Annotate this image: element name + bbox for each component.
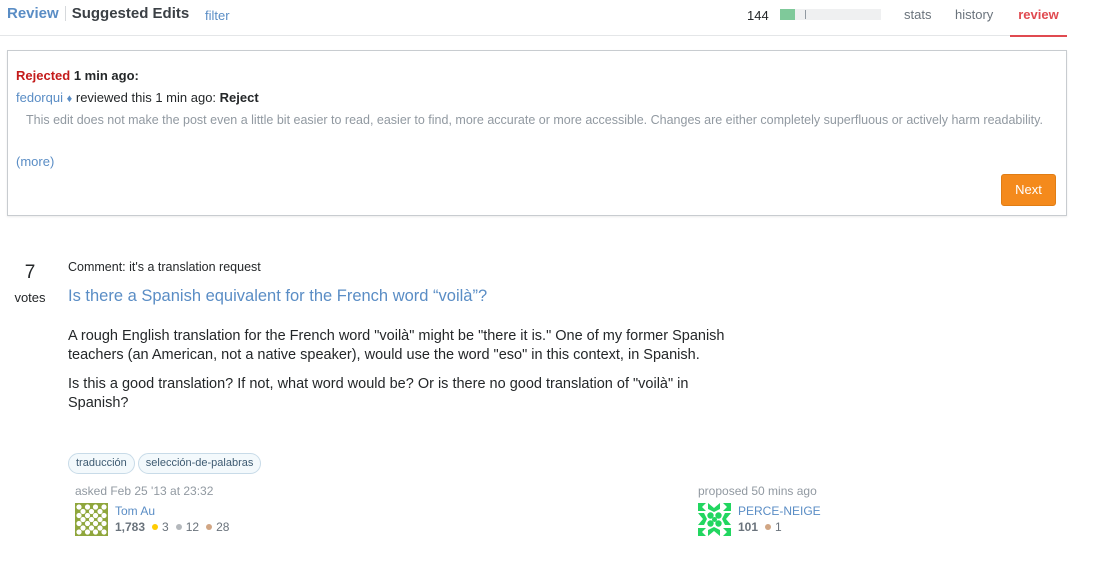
queue-progress-fill xyxy=(780,9,796,20)
tab-history[interactable]: history xyxy=(955,0,993,36)
bronze-badge-count: 1 xyxy=(775,520,782,534)
review-result-panel: Rejected 1 min ago: fedorqui ♦ reviewed … xyxy=(7,50,1067,216)
queue-count: 144 xyxy=(747,8,769,23)
result-status-time: 1 min ago: xyxy=(73,68,139,83)
queue-progress-marker xyxy=(805,10,807,19)
edit-comment: Comment: it's a translation request xyxy=(68,260,261,274)
tag[interactable]: selección-de-palabras xyxy=(137,453,262,474)
reputation-score: 101 xyxy=(738,520,759,534)
silver-badge-icon xyxy=(175,524,182,530)
result-status-line: Rejected 1 min ago: xyxy=(16,68,139,83)
bronze-badge-icon xyxy=(765,524,772,530)
body-paragraph: Is this a good translation? If not, what… xyxy=(68,376,689,411)
moderator-diamond-icon: ♦ xyxy=(66,93,73,105)
question-body: A rough English translation for the Fren… xyxy=(68,327,728,423)
tab-stats[interactable]: stats xyxy=(904,0,931,36)
filter-link[interactable]: filter xyxy=(205,8,230,23)
asker-reputation: 1,783 3 12 28 xyxy=(115,519,229,535)
asked-time: asked Feb 25 '13 at 23:32 xyxy=(75,484,214,498)
page-title: Review Suggested Edits xyxy=(7,5,189,22)
vote-count: 7 xyxy=(24,262,36,283)
vote-label: votes xyxy=(14,290,46,305)
review-header: Review Suggested Edits filter 144 stats … xyxy=(0,0,1067,37)
bronze-badge-icon xyxy=(206,524,213,530)
avatar[interactable] xyxy=(75,503,108,536)
asked-user-card: asked Feb 25 '13 at 23:32 Tom Au 1,783 3… xyxy=(75,484,229,536)
proposer-name-link[interactable]: PERCE-NEIGE xyxy=(738,503,821,519)
queue-progress-bar xyxy=(780,9,881,20)
bronze-badge-count: 28 xyxy=(216,520,230,534)
proposed-time: proposed 50 mins ago xyxy=(698,484,817,498)
result-status: Rejected xyxy=(16,68,71,83)
more-link[interactable]: (more) xyxy=(16,154,54,169)
review-action: Reject xyxy=(219,90,259,105)
reviewed-text: reviewed this 1 min ago: xyxy=(75,90,217,105)
asker-name-link[interactable]: Tom Au xyxy=(115,503,229,519)
suggested-edits-link[interactable]: Suggested Edits xyxy=(72,5,190,22)
silver-badge-count: 12 xyxy=(185,520,200,534)
reputation-score: 1,783 xyxy=(115,520,146,534)
tab-review[interactable]: review xyxy=(1010,0,1067,37)
avatar[interactable] xyxy=(698,503,731,536)
vote-summary: 7 votes xyxy=(8,262,52,305)
proposer-reputation: 101 1 xyxy=(738,519,821,535)
tag-list: traducción selección-de-palabras xyxy=(68,453,262,474)
next-button[interactable]: Next xyxy=(1001,174,1056,206)
gold-badge-count: 3 xyxy=(162,520,169,534)
proposer-user-card: proposed 50 mins ago PERCE-NEIGE 101 1 xyxy=(698,484,821,536)
question-title[interactable]: Is there a Spanish equivalent for the Fr… xyxy=(68,287,487,306)
gold-badge-icon xyxy=(152,524,159,530)
reviewer-link[interactable]: fedorqui xyxy=(16,90,63,105)
reject-reason: This edit does not make the post even a … xyxy=(26,113,1043,127)
body-paragraph: A rough English translation for the Fren… xyxy=(68,328,725,363)
reviewer-line: fedorqui ♦ reviewed this 1 min ago: Reje… xyxy=(16,90,259,105)
review-link[interactable]: Review xyxy=(7,5,59,22)
title-separator xyxy=(64,6,66,21)
tag[interactable]: traducción xyxy=(68,453,135,474)
